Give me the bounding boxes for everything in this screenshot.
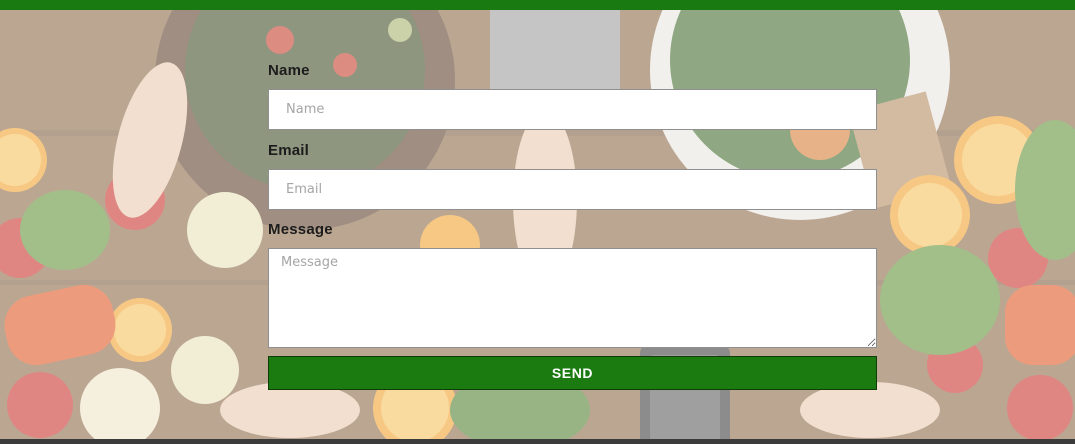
name-label: Name [268, 62, 310, 79]
email-label: Email [268, 142, 310, 159]
top-accent-bar [0, 0, 1075, 10]
message-textarea[interactable] [268, 248, 877, 348]
send-button[interactable]: SEND [268, 356, 877, 390]
message-label: Message [268, 221, 333, 238]
email-input[interactable] [268, 169, 877, 210]
footer-bar [0, 439, 1075, 444]
name-input[interactable] [268, 89, 877, 130]
